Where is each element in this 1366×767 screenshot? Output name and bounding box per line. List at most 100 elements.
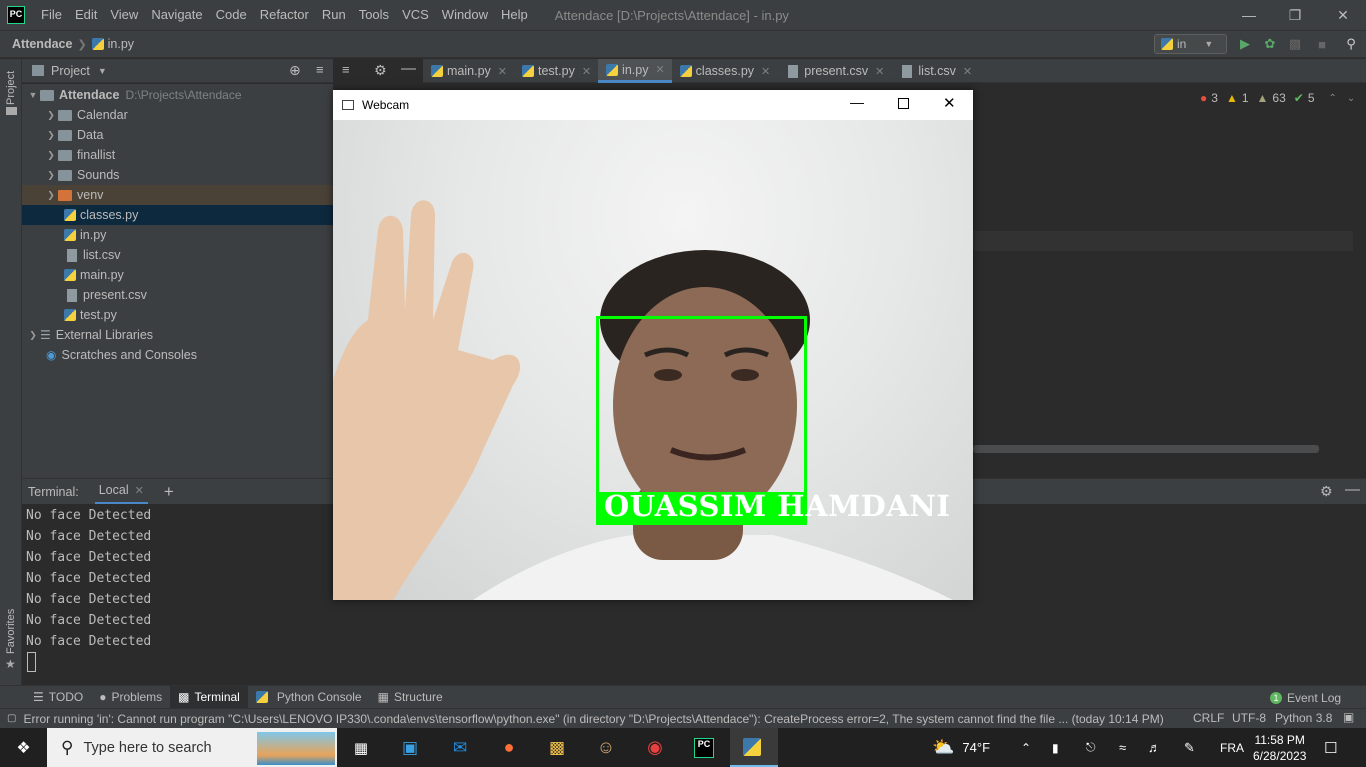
tab-present-csv[interactable]: present.csv ✕: [777, 59, 891, 83]
tool-todo[interactable]: ☰ TODO: [25, 686, 91, 709]
tool-structure[interactable]: ▦ Structure: [370, 686, 451, 709]
chevron-right-icon[interactable]: ❯: [44, 170, 58, 181]
chevron-right-icon[interactable]: ❯: [44, 110, 58, 121]
tree-item-present-csv[interactable]: present.csv: [22, 285, 333, 305]
taskbar-search-box[interactable]: ⚲ Type here to search: [47, 728, 337, 767]
chevron-up-icon[interactable]: ⌃: [1329, 93, 1337, 104]
tree-item-root[interactable]: ▼ Attendace D:\Projects\Attendace: [22, 85, 333, 105]
lock-icon[interactable]: ▣: [1343, 710, 1354, 724]
mail-icon[interactable]: ✉: [436, 728, 484, 767]
project-tool-button[interactable]: Project: [5, 63, 17, 105]
pen-icon[interactable]: ✎: [1184, 728, 1195, 767]
chevron-right-icon[interactable]: ❯: [44, 130, 58, 141]
menu-code[interactable]: Code: [210, 0, 254, 30]
restore-icon[interactable]: ❐: [1272, 0, 1318, 30]
show-hidden-icons-icon[interactable]: ⌃: [1021, 728, 1031, 767]
webcam-window[interactable]: Webcam — ✕ OUASSIM HAMDANI: [333, 90, 973, 600]
debug-icon[interactable]: ✿: [1261, 35, 1279, 53]
close-icon[interactable]: ✕: [943, 94, 956, 112]
tree-item-venv[interactable]: ❯ venv: [22, 185, 333, 205]
tree-item-data[interactable]: ❯ Data: [22, 125, 333, 145]
menu-file[interactable]: File: [35, 0, 69, 30]
expand-all-icon[interactable]: ≡: [316, 62, 324, 77]
media-app-icon[interactable]: ◉: [631, 728, 679, 767]
minimize-icon[interactable]: —: [1226, 0, 1272, 30]
tool-python-console[interactable]: Python Console: [248, 686, 370, 709]
favorites-tool-button[interactable]: Favorites: [5, 604, 17, 654]
run-icon[interactable]: ▶: [1236, 35, 1254, 53]
file-encoding[interactable]: UTF-8: [1232, 711, 1266, 725]
language-indicator[interactable]: FRA: [1220, 728, 1244, 767]
close-tab-icon[interactable]: ✕: [655, 63, 664, 76]
chevron-right-icon[interactable]: ❯: [44, 190, 58, 201]
menu-help[interactable]: Help: [495, 0, 535, 30]
line-separator[interactable]: CRLF: [1193, 711, 1224, 725]
tab-list-csv[interactable]: list.csv ✕: [891, 59, 979, 83]
chevron-right-icon[interactable]: ❯: [26, 330, 40, 341]
tab-main-py[interactable]: main.py ✕: [423, 59, 514, 83]
menu-edit[interactable]: Edit: [69, 0, 104, 30]
tree-item-finallist[interactable]: ❯ finallist: [22, 145, 333, 165]
python-interpreter[interactable]: Python 3.8: [1275, 711, 1332, 725]
close-icon[interactable]: ✕: [1320, 0, 1366, 30]
task-view-icon[interactable]: ▦: [337, 728, 385, 767]
tab-in-py[interactable]: in.py ✕: [598, 59, 672, 83]
maximize-icon[interactable]: [898, 98, 909, 109]
tree-item-sounds[interactable]: ❯ Sounds: [22, 165, 333, 185]
hide-panel-icon[interactable]: —: [401, 60, 416, 77]
menu-tools[interactable]: Tools: [353, 0, 396, 30]
project-panel-title[interactable]: Project: [51, 64, 90, 78]
wifi-icon[interactable]: ≈: [1119, 728, 1126, 767]
breadcrumb-file[interactable]: in.py: [108, 37, 134, 51]
notifications-icon[interactable]: ☐: [1324, 728, 1337, 767]
tree-item-in-py[interactable]: in.py: [22, 225, 333, 245]
breadcrumb-project[interactable]: Attendace: [12, 37, 72, 51]
minimize-icon[interactable]: —: [850, 94, 864, 110]
close-tab-icon[interactable]: ✕: [761, 65, 770, 78]
tree-item-scratches[interactable]: ◉ Scratches and Consoles: [22, 345, 333, 365]
collapse-all-icon[interactable]: ≡: [342, 62, 350, 77]
battery-icon[interactable]: ▮: [1052, 728, 1059, 767]
menu-view[interactable]: View: [104, 0, 145, 30]
close-tab-icon[interactable]: ✕: [498, 65, 507, 78]
tree-item-external-libraries[interactable]: ❯ ☰ External Libraries: [22, 325, 333, 345]
terminal-tab-local[interactable]: Local ✕: [94, 479, 148, 505]
user-photo-app-icon[interactable]: ☺: [582, 728, 630, 767]
menu-navigate[interactable]: Navigate: [145, 0, 209, 30]
python-webcam-taskbar-icon[interactable]: [730, 728, 778, 767]
tool-event-log[interactable]: 1 Event Log: [1262, 686, 1349, 709]
close-tab-icon[interactable]: ✕: [582, 65, 591, 78]
windows-start-icon[interactable]: ❖: [0, 728, 47, 767]
run-configuration-select[interactable]: in ▼: [1154, 34, 1227, 54]
editor-horizontal-scrollbar[interactable]: [973, 445, 1319, 453]
menu-run[interactable]: Run: [316, 0, 353, 30]
menu-vcs[interactable]: VCS: [396, 0, 436, 30]
close-tab-icon[interactable]: ✕: [135, 484, 144, 497]
volume-icon[interactable]: ♬: [1148, 728, 1161, 767]
gear-icon[interactable]: ⚙: [1320, 483, 1333, 500]
gear-icon[interactable]: ⚙: [374, 62, 387, 79]
stop-icon[interactable]: ■: [1313, 35, 1331, 53]
menu-refactor[interactable]: Refactor: [254, 0, 316, 30]
tree-item-list-csv[interactable]: list.csv: [22, 245, 333, 265]
menu-window[interactable]: Window: [436, 0, 495, 30]
search-icon[interactable]: ⚲: [1342, 35, 1360, 53]
inspection-widget[interactable]: ● 3 ▲ 1 ▲ 63 ✔ 5 ⌃ ⌄: [1200, 89, 1355, 107]
tree-item-classes-py[interactable]: classes.py: [22, 205, 333, 225]
tool-terminal[interactable]: ▩ Terminal: [170, 685, 248, 709]
tab-classes-py[interactable]: classes.py ✕: [672, 59, 778, 83]
tool-problems[interactable]: ● Problems: [91, 686, 170, 709]
hide-panel-icon[interactable]: —: [1345, 481, 1360, 498]
status-message[interactable]: Error running 'in': Cannot run program "…: [23, 712, 1173, 726]
tree-item-calendar[interactable]: ❯ Calendar: [22, 105, 333, 125]
chevron-down-icon[interactable]: ▼: [98, 66, 107, 76]
weather-widget[interactable]: ⛅ 74°F: [932, 728, 990, 767]
chevron-down-icon[interactable]: ⌄: [1347, 93, 1355, 104]
chevron-right-icon[interactable]: ❯: [44, 150, 58, 161]
coverage-icon[interactable]: ▩: [1286, 35, 1304, 53]
file-explorer-icon[interactable]: ▩: [533, 728, 581, 767]
close-tab-icon[interactable]: ✕: [875, 65, 884, 78]
add-terminal-icon[interactable]: +: [164, 482, 174, 502]
firefox-icon[interactable]: ●: [485, 728, 533, 767]
close-tab-icon[interactable]: ✕: [963, 65, 972, 78]
